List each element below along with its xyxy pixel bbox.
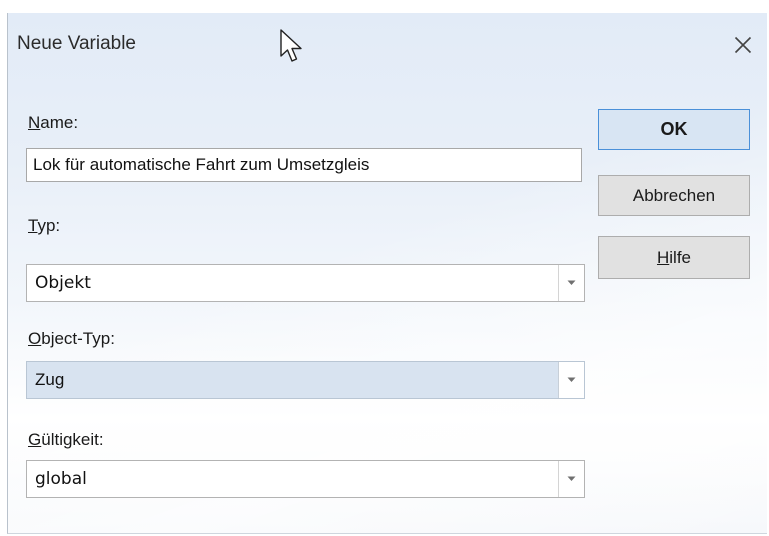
chevron-down-icon: [567, 280, 576, 285]
mouse-pointer-icon: [280, 29, 302, 62]
objecttyp-label-text: bject-Typ:: [41, 329, 115, 348]
ok-button[interactable]: OK: [598, 109, 750, 150]
typ-dropdown-arrow[interactable]: [558, 265, 584, 301]
help-button[interactable]: Hilfe: [598, 236, 750, 279]
help-button-accel: H: [656, 248, 670, 267]
objecttyp-label: Object-Typ:: [28, 329, 115, 349]
help-button-text: ilfe: [669, 248, 691, 267]
window-title: Neue Variable: [17, 33, 137, 54]
name-input[interactable]: Lok für automatische Fahrt zum Umsetzgle…: [26, 148, 582, 182]
chevron-down-icon: [567, 377, 576, 382]
objecttyp-selected-value: Zug: [35, 370, 65, 389]
objecttyp-dropdown-arrow[interactable]: [558, 362, 584, 398]
gueltigkeit-label-accel: G: [28, 430, 42, 449]
gueltigkeit-dropdown-arrow[interactable]: [558, 461, 584, 497]
typ-dropdown[interactable]: Objekt: [26, 264, 585, 302]
name-label: Name:: [28, 113, 78, 133]
typ-selected-value: Objekt: [35, 273, 91, 293]
close-icon: [734, 36, 752, 54]
gueltigkeit-dropdown[interactable]: global: [26, 460, 585, 498]
name-label-accel: N: [28, 113, 41, 132]
objecttyp-label-accel: O: [28, 329, 42, 348]
gueltigkeit-selected-value: global: [35, 469, 87, 489]
neue-variable-dialog: Neue Variable Name: Lok für automatische…: [7, 13, 767, 534]
close-button[interactable]: [719, 23, 767, 67]
name-label-text: ame:: [40, 113, 79, 132]
cancel-button[interactable]: Abbrechen: [598, 175, 750, 216]
gueltigkeit-label: Gültigkeit:: [28, 430, 104, 450]
chevron-down-icon: [567, 476, 576, 481]
objecttyp-dropdown[interactable]: Zug: [26, 361, 585, 399]
typ-label-text: yp:: [37, 216, 61, 235]
gueltigkeit-label-text: ültigkeit:: [41, 430, 104, 449]
typ-label: Typ:: [28, 216, 60, 236]
title-bar[interactable]: Neue Variable: [8, 13, 767, 73]
